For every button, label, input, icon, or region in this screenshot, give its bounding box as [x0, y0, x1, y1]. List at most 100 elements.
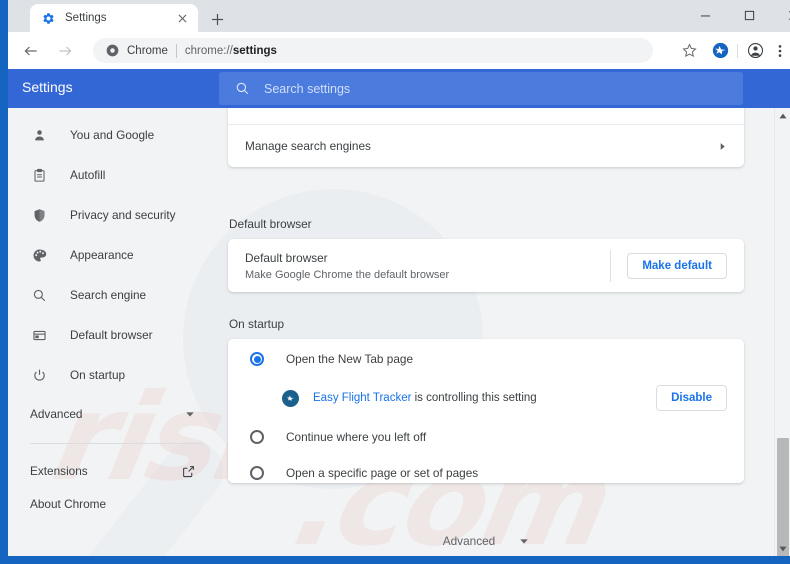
radio-button-selected[interactable]	[250, 352, 264, 366]
sidebar-divider	[30, 443, 203, 444]
section-title-default-browser: Default browser	[229, 217, 312, 231]
sidebar-item-label: Appearance	[70, 248, 134, 262]
new-tab-button[interactable]	[206, 8, 228, 30]
radio-button-unselected[interactable]	[250, 430, 264, 444]
extension-control-notice: Easy Flight Tracker is controlling this …	[228, 377, 744, 419]
sidebar-item-extensions[interactable]: Extensions	[8, 456, 219, 486]
sidebar-item-label: Privacy and security	[70, 208, 176, 222]
startup-option-specific-page[interactable]: Open a specific page or set of pages	[228, 455, 744, 491]
search-icon	[235, 81, 250, 96]
sidebar-item-label: Autofill	[70, 168, 106, 182]
extension-name-link[interactable]: Easy Flight Tracker	[313, 392, 411, 404]
browser-tab-settings[interactable]: Settings	[30, 4, 198, 32]
sidebar-about-label: About Chrome	[30, 497, 107, 511]
sidebar-extensions-label: Extensions	[30, 464, 88, 478]
browser-toolbar: Chrome chrome://settings	[8, 32, 790, 69]
default-browser-separator	[610, 249, 612, 282]
search-engine-card: Manage search engines	[228, 100, 744, 167]
search-icon	[30, 286, 48, 304]
scroll-down-arrow[interactable]	[775, 541, 790, 556]
on-startup-card: Open the New Tab page Easy Flight Tracke…	[228, 339, 744, 483]
settings-main-content: Manage search engines Default browser De…	[219, 100, 790, 556]
three-dot-menu-icon[interactable]	[767, 38, 790, 63]
default-browser-secondary-label: Make Google Chrome the default browser	[245, 268, 450, 281]
chevron-down-icon	[519, 536, 529, 546]
chevron-down-icon	[185, 409, 195, 419]
default-browser-card: Default browser Make Google Chrome the d…	[228, 239, 744, 292]
settings-sidebar: You and Google Autofill Privacy and secu…	[8, 108, 219, 556]
radio-button-unselected[interactable]	[250, 466, 264, 480]
forward-arrow-icon	[51, 37, 79, 65]
default-browser-texts: Default browser Make Google Chrome the d…	[245, 251, 610, 281]
settings-header: Settings	[8, 69, 790, 108]
tab-strip: Settings	[8, 0, 790, 32]
sidebar-item-default-browser[interactable]: Default browser	[8, 320, 219, 350]
sidebar-item-label: On startup	[70, 368, 126, 382]
startup-option-continue[interactable]: Continue where you left off	[228, 419, 744, 455]
flight-tracker-icon[interactable]	[708, 38, 733, 63]
sidebar-item-appearance[interactable]: Appearance	[8, 240, 219, 270]
chevron-right-icon	[718, 142, 727, 151]
scroll-up-arrow[interactable]	[775, 108, 790, 123]
search-input[interactable]	[264, 81, 743, 96]
url-prefix: chrome://	[184, 44, 233, 57]
url-path: settings	[232, 44, 277, 57]
site-name: Chrome	[127, 44, 168, 57]
sidebar-item-search-engine[interactable]: Search engine	[8, 280, 219, 310]
toolbar-divider	[737, 44, 738, 58]
extension-control-suffix: is controlling this setting	[411, 392, 537, 404]
vertical-scrollbar[interactable]	[774, 108, 790, 556]
minimize-button[interactable]	[683, 0, 727, 31]
sidebar-item-privacy-and-security[interactable]: Privacy and security	[8, 200, 219, 230]
close-icon[interactable]	[173, 9, 191, 27]
shield-icon	[30, 206, 48, 224]
search-settings-box[interactable]	[219, 72, 743, 105]
back-arrow-icon[interactable]	[17, 37, 45, 65]
address-bar[interactable]: Chrome chrome://settings	[93, 38, 653, 63]
startup-option-label: Continue where you left off	[286, 430, 427, 444]
manage-search-engines-row[interactable]: Manage search engines	[228, 124, 744, 167]
settings-page: risk .com Settings Search settings You a…	[8, 69, 790, 556]
window-frame-bottom	[0, 556, 790, 564]
omnibox-divider	[175, 43, 177, 58]
clipboard-icon	[30, 166, 48, 184]
chrome-icon	[105, 44, 119, 58]
default-browser-primary-label: Default browser	[245, 250, 328, 265]
star-icon[interactable]	[677, 38, 702, 63]
sidebar-item-label: You and Google	[70, 128, 155, 142]
browser-window-icon	[30, 326, 48, 344]
disable-extension-button[interactable]: Disable	[656, 385, 727, 411]
address-bar-url: chrome://settings	[185, 45, 277, 57]
startup-option-label: Open the New Tab page	[286, 352, 414, 366]
scrollbar-thumb[interactable]	[777, 438, 789, 556]
advanced-expand-label: Advanced	[442, 534, 496, 548]
close-window-button[interactable]	[771, 0, 790, 31]
sidebar-item-about-chrome[interactable]: About Chrome	[8, 489, 219, 519]
startup-option-new-tab[interactable]: Open the New Tab page	[228, 341, 744, 377]
maximize-button[interactable]	[727, 0, 771, 31]
airplane-icon	[282, 389, 299, 407]
sidebar-item-on-startup[interactable]: On startup	[8, 360, 219, 390]
sidebar-item-autofill[interactable]: Autofill	[8, 160, 219, 190]
sidebar-item-label: Default browser	[70, 328, 153, 342]
make-default-button[interactable]: Make default	[627, 252, 727, 279]
gear-icon	[40, 10, 56, 26]
startup-option-label: Open a specific page or set of pages	[286, 466, 479, 480]
sidebar-advanced-label: Advanced	[30, 407, 83, 421]
palette-icon	[30, 246, 48, 264]
sidebar-item-you-and-google[interactable]: You and Google	[8, 120, 219, 150]
power-icon	[30, 366, 48, 384]
tab-title: Settings	[65, 12, 107, 24]
manage-search-engines-label: Manage search engines	[245, 139, 371, 153]
sidebar-item-label: Search engine	[70, 288, 147, 302]
page-title: Settings	[22, 79, 73, 95]
section-title-on-startup: On startup	[229, 317, 285, 331]
profile-avatar-icon[interactable]	[743, 38, 768, 63]
browser-window: Settings Chrome chrome://settings risk .…	[0, 0, 790, 564]
sidebar-item-advanced[interactable]: Advanced	[8, 399, 219, 429]
window-frame-left	[0, 0, 8, 564]
extension-control-text: Easy Flight Tracker is controlling this …	[313, 392, 656, 404]
external-link-icon	[182, 465, 195, 478]
advanced-expand-button[interactable]: Advanced	[219, 526, 753, 556]
person-icon	[30, 126, 48, 144]
